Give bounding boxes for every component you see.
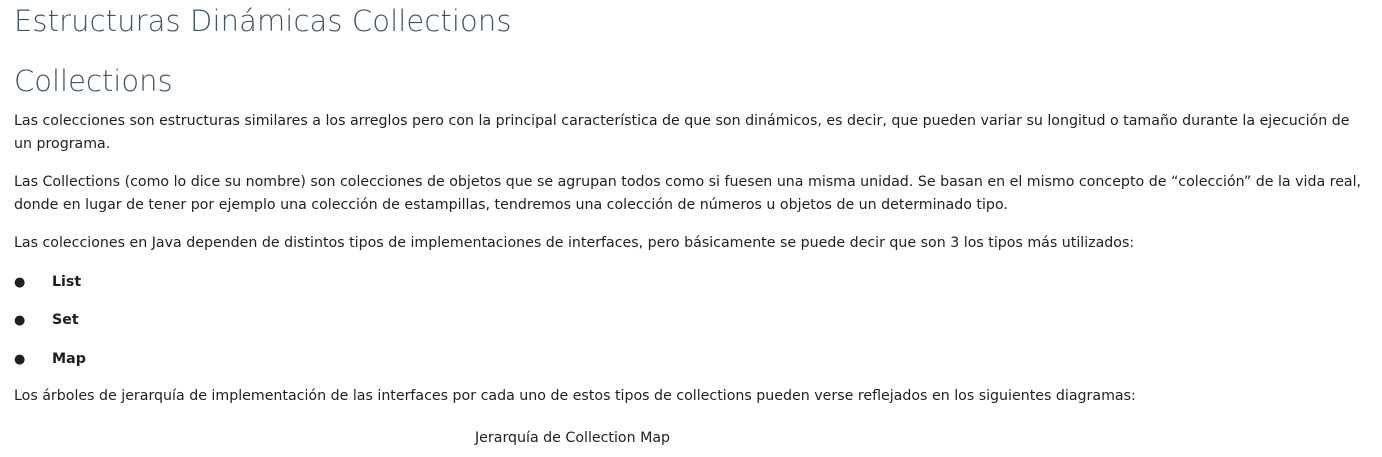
bullet-icon: ●: [14, 352, 26, 367]
list-item-label: List: [52, 274, 82, 290]
list-item-label: Set: [52, 312, 79, 328]
diagram-caption: Jerarquía de Collection Map: [475, 430, 671, 446]
paragraph-collections-definition: Las Collections (como lo dice su nombre)…: [14, 174, 1362, 213]
section-title: Collections: [14, 64, 173, 98]
list-item: ● Set: [14, 309, 79, 332]
list-item-label: Map: [52, 351, 86, 367]
page-title: Estructuras Dinámicas Collections: [14, 4, 512, 38]
paragraph-diagrams: Los árboles de jerarquía de implementaci…: [14, 388, 1136, 404]
bullet-icon: ●: [14, 313, 26, 328]
bullet-icon: ●: [14, 275, 26, 290]
list-item: ● List: [14, 271, 81, 294]
paragraph-collection-types: Las colecciones en Java dependen de dist…: [14, 235, 1135, 251]
paragraph-intro: Las colecciones son estructuras similare…: [14, 113, 1350, 152]
list-item: ● Map: [14, 348, 86, 371]
